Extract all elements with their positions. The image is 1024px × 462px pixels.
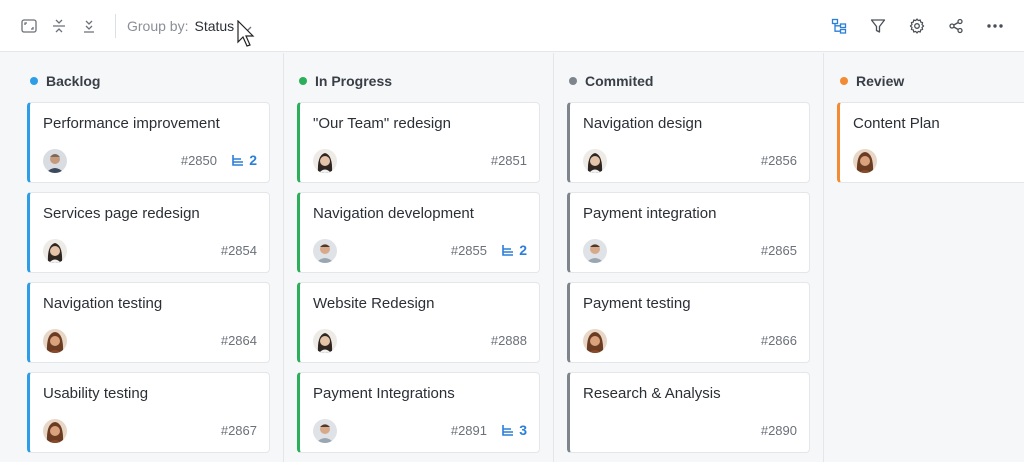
- card-id: #2864: [220, 333, 257, 348]
- card-id: #2890: [760, 423, 797, 438]
- card-title: Usability testing: [43, 385, 149, 402]
- expand-all-icon[interactable]: [79, 16, 99, 36]
- task-card[interactable]: Payment Integrations #2891 3: [297, 372, 540, 453]
- card-title: Website Redesign: [313, 295, 435, 312]
- card-title: Services page redesign: [43, 205, 200, 222]
- card-title: Navigation design: [583, 115, 703, 132]
- avatar[interactable]: [853, 149, 877, 173]
- column-in-progress: In Progress "Our Team" redesign #2851 Na…: [284, 53, 554, 462]
- column-backlog: Backlog Performance improvement #2850 2 …: [14, 53, 284, 462]
- task-card[interactable]: Navigation testing #2864: [27, 282, 270, 363]
- avatar[interactable]: [43, 329, 67, 353]
- card-id: #2891: [450, 423, 487, 438]
- column-title: Commited: [585, 73, 654, 89]
- card-id: #2856: [760, 153, 797, 168]
- card-id: #2865: [760, 243, 797, 258]
- avatar[interactable]: [313, 329, 337, 353]
- filter-icon[interactable]: [868, 16, 888, 36]
- status-dot-icon: [30, 77, 38, 85]
- avatar[interactable]: [583, 239, 607, 263]
- avatar[interactable]: [43, 149, 67, 173]
- card-title: Content Plan: [853, 115, 940, 132]
- avatar[interactable]: [583, 329, 607, 353]
- task-card[interactable]: Navigation design #2856: [567, 102, 810, 183]
- task-card[interactable]: Performance improvement #2850 2: [27, 102, 270, 183]
- task-card[interactable]: Payment integration #2865: [567, 192, 810, 273]
- card-id: #2866: [760, 333, 797, 348]
- avatar[interactable]: [43, 239, 67, 263]
- card-id: #2851: [490, 153, 527, 168]
- column-commited: Commited Navigation design #2856 Payment…: [554, 53, 824, 462]
- card-id: #2888: [490, 333, 527, 348]
- gear-icon[interactable]: [907, 16, 927, 36]
- task-card[interactable]: Payment testing #2866: [567, 282, 810, 363]
- subtasks-count: 2: [519, 242, 527, 258]
- card-id: #2854: [220, 243, 257, 258]
- column-header: In Progress: [299, 72, 392, 90]
- subtasks-badge[interactable]: 2: [502, 242, 527, 258]
- avatar[interactable]: [313, 239, 337, 263]
- task-card[interactable]: "Our Team" redesign #2851: [297, 102, 540, 183]
- card-id: #2855: [450, 243, 487, 258]
- card-title: Navigation testing: [43, 295, 163, 312]
- share-icon[interactable]: [946, 16, 966, 36]
- toolbar: Group by: Status: [0, 0, 1024, 52]
- toolbar-divider: [115, 14, 116, 38]
- status-dot-icon: [569, 77, 577, 85]
- task-card[interactable]: Content Plan #2857: [837, 102, 1024, 183]
- task-card[interactable]: Website Redesign #2888: [297, 282, 540, 363]
- avatar[interactable]: [583, 149, 607, 173]
- column-title: In Progress: [315, 73, 393, 89]
- kanban-board: Backlog Performance improvement #2850 2 …: [0, 53, 1024, 462]
- status-dot-icon: [840, 77, 848, 85]
- column-title: Backlog: [46, 73, 101, 89]
- avatar[interactable]: [313, 419, 337, 443]
- avatar[interactable]: [43, 419, 67, 443]
- subtasks-badge[interactable]: 2: [232, 152, 257, 168]
- card-title: Payment testing: [583, 295, 691, 312]
- card-title: Research & Analysis: [583, 385, 721, 402]
- task-card[interactable]: Services page redesign #2854: [27, 192, 270, 273]
- task-card[interactable]: Navigation development #2855 2: [297, 192, 540, 273]
- card-title: Navigation development: [313, 205, 474, 222]
- mouse-cursor-icon: [237, 19, 255, 53]
- task-card[interactable]: Research & Analysis #2890: [567, 372, 810, 453]
- subtasks-count: 2: [249, 152, 257, 168]
- column-header: Review: [840, 72, 904, 90]
- group-by-label: Group by:: [127, 18, 189, 34]
- card-id: #2867: [220, 423, 257, 438]
- group-by-dropdown[interactable]: Group by: Status: [127, 17, 252, 36]
- subtasks-count: 3: [519, 422, 527, 438]
- column-title: Review: [856, 73, 905, 89]
- status-dot-icon: [299, 77, 307, 85]
- column-review: Review Content Plan #2857: [824, 53, 1024, 462]
- card-id: #2850: [180, 153, 217, 168]
- subtasks-badge[interactable]: 3: [502, 422, 527, 438]
- column-header: Commited: [569, 72, 653, 90]
- group-by-value: Status: [194, 18, 235, 34]
- card-title: Payment integration: [583, 205, 717, 222]
- more-options-icon[interactable]: [985, 16, 1005, 36]
- task-card[interactable]: Usability testing #2867: [27, 372, 270, 453]
- column-header: Backlog: [30, 72, 100, 90]
- collapse-all-icon[interactable]: [49, 16, 69, 36]
- avatar[interactable]: [313, 149, 337, 173]
- hierarchy-view-icon[interactable]: [829, 16, 849, 36]
- card-title: Performance improvement: [43, 115, 220, 132]
- fullscreen-icon[interactable]: [19, 16, 39, 36]
- card-title: Payment Integrations: [313, 385, 455, 402]
- card-title: "Our Team" redesign: [313, 115, 451, 132]
